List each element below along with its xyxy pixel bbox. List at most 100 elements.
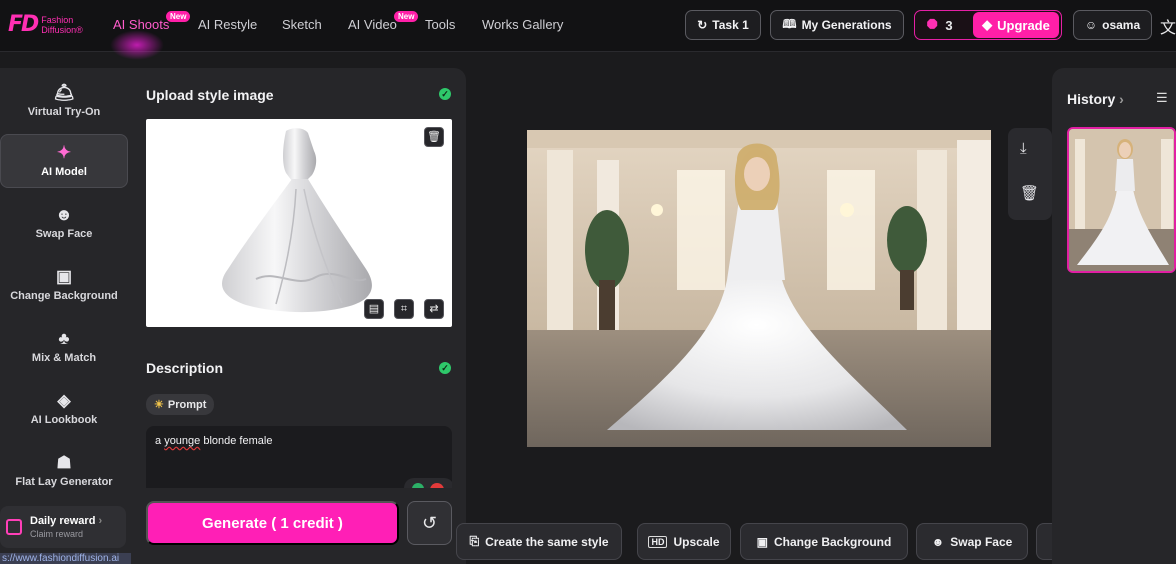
delete-icon[interactable]: 🗑 [1020,184,1039,202]
brand-logo[interactable]: FD Fashion Diffusion® [8,12,83,37]
face-swap-icon: ☻ [931,534,945,549]
sidebar-item-mix-match[interactable]: ♣ Mix & Match [0,320,128,374]
reset-icon: ↺ [421,512,438,533]
upgrade-label: Upgrade [997,17,1050,33]
credit-balance: ⯃ 3 [915,17,973,33]
credit-count: 3 [945,17,953,33]
generated-image [527,130,991,447]
delete-image-button[interactable]: 🗑 [424,127,444,147]
upload-title: Upload style image [146,87,274,103]
sidebar-item-label: AI Lookbook [30,414,98,426]
action-label: Change Background [773,534,892,549]
sidebar-item-label: Virtual Try-On [27,106,101,118]
more-actions-button[interactable] [1036,523,1052,560]
sidebar-item-virtual-try-on[interactable]: 🛎 Virtual Try-On [0,74,128,128]
my-generations-label: My Generations [801,18,892,32]
task-button[interactable]: ↻ Task 1 [685,10,761,40]
nav-works-gallery[interactable]: Works Gallery [482,17,563,32]
user-menu-button[interactable]: ☺ osama [1073,10,1152,40]
sidebar-item-label: Swap Face [35,228,93,240]
sparkle-person-icon: ✦ [56,143,72,162]
description-text: a younge blonde female [155,435,273,447]
calendar-icon [6,519,22,535]
sidebar-item-ai-model[interactable]: ✦ AI Model [0,134,128,188]
tool-sidebar: 🛎 Virtual Try-On ✦ AI Model ☻ Swap Face … [0,68,131,564]
description-title: Description [146,360,224,376]
reset-button[interactable]: ↺ [407,501,452,545]
preview-toolbar: ⤓ 🗑 [1008,128,1052,220]
nav-ai-restyle[interactable]: AI Restyle [198,17,257,32]
swap-face-button[interactable]: ☻ Swap Face [916,523,1028,560]
save-image-icon[interactable]: ▤ [364,299,384,319]
sidebar-item-label: Change Background [10,290,118,302]
dress-image [222,128,372,313]
upgrade-button[interactable]: ◆ Upgrade [973,12,1059,38]
my-generations-button[interactable]: 🕮 My Generations [770,10,904,40]
book-icon: 🕮 [782,16,797,31]
brand-mark: FD [8,12,39,37]
sidebar-item-label: Mix & Match [31,352,97,364]
new-badge-ai-video: New [394,11,419,22]
diamond-icon: ◆ [982,17,993,32]
background-icon: ▣ [756,534,768,549]
sidebar-item-flat-lay-generator[interactable]: ☗ Flat Lay Generator [0,444,128,498]
replace-image-icon[interactable]: ⇄ [424,299,444,319]
config-panel: Upload style image ✓ 🗑 ▤ ⌗ ⇄ Description… [131,68,466,564]
create-same-style-button[interactable]: ⎘ Create the same style [456,523,622,560]
new-badge-ai-shoots: New [166,11,191,22]
daily-reward-button[interactable]: Daily reward › Claim reward [0,506,126,548]
sidebar-item-label: AI Model [41,166,87,178]
user-icon: ☺ [1084,18,1098,32]
description-textarea[interactable]: a younge blonde female [146,426,452,488]
lookbook-icon: ◈ [57,391,71,410]
hd-icon: HD [648,535,668,548]
history-title[interactable]: History › [1067,91,1124,107]
sidebar-item-change-background[interactable]: ▣ Change Background [0,258,128,312]
task-label: Task 1 [712,18,749,32]
action-label: Upscale [673,534,720,549]
nav-ai-video[interactable]: AI Video [348,17,397,32]
face-swap-icon: ☻ [55,205,73,224]
check-icon: ✓ [439,88,451,100]
brand-name: Fashion Diffusion® [41,15,82,35]
translate-icon[interactable]: 文 [1160,14,1176,38]
crop-icon[interactable]: ⌗ [394,299,414,319]
style-image-upload[interactable]: 🗑 ▤ ⌗ ⇄ [146,119,452,327]
shirt-icon: ♣ [58,329,70,348]
check-icon: ✓ [439,362,451,374]
generate-button[interactable]: Generate ( 1 credit ) [146,501,399,545]
grammar-status-icon [412,483,424,488]
nav-ai-shoots[interactable]: AI Shoots [113,17,169,32]
daily-reward-subtitle: Claim reward [30,529,84,539]
daily-reward-title: Daily reward › [30,515,103,527]
nav-sketch[interactable]: Sketch [282,17,322,32]
app-root: FD Fashion Diffusion® AI Shoots New AI R… [0,0,1176,564]
copy-style-icon: ⎘ [469,534,480,548]
action-label: Create the same style [485,534,609,549]
user-name: osama [1102,18,1141,32]
history-thumbnail-image [1069,129,1174,271]
action-label: Swap Face [950,534,1013,549]
grammar-widget[interactable] [404,478,452,488]
sidebar-item-swap-face[interactable]: ☻ Swap Face [0,196,128,250]
credits-box: ⯃ 3 ◆ Upgrade [914,10,1062,40]
brand-name-line2: Diffusion® [41,24,83,35]
history-thumbnail[interactable] [1067,127,1176,273]
history-panel: History › ☰ [1052,68,1176,564]
daily-reward-text: Daily reward › Claim reward [30,515,102,539]
change-background-button[interactable]: ▣ Change Background [740,523,908,560]
prompt-chip-label: Prompt [167,398,207,411]
sidebar-item-ai-lookbook[interactable]: ◈ AI Lookbook [0,382,128,436]
hanger-icon: 🛎 [53,83,75,102]
download-icon[interactable]: ⤓ [1020,140,1027,157]
credit-icon: ⯃ [927,17,938,32]
list-icon[interactable]: ☰ [1156,90,1168,106]
nav-tools[interactable]: Tools [425,17,455,32]
background-icon: ▣ [55,267,73,286]
refresh-icon: ↻ [697,18,708,32]
grammar-error-icon [430,483,444,488]
prompt-tab[interactable]: ☀ Prompt [146,394,215,415]
brand-name-line1: Fashion [41,14,74,25]
upscale-button[interactable]: HD Upscale [637,523,731,560]
generated-image-preview[interactable] [527,130,991,447]
